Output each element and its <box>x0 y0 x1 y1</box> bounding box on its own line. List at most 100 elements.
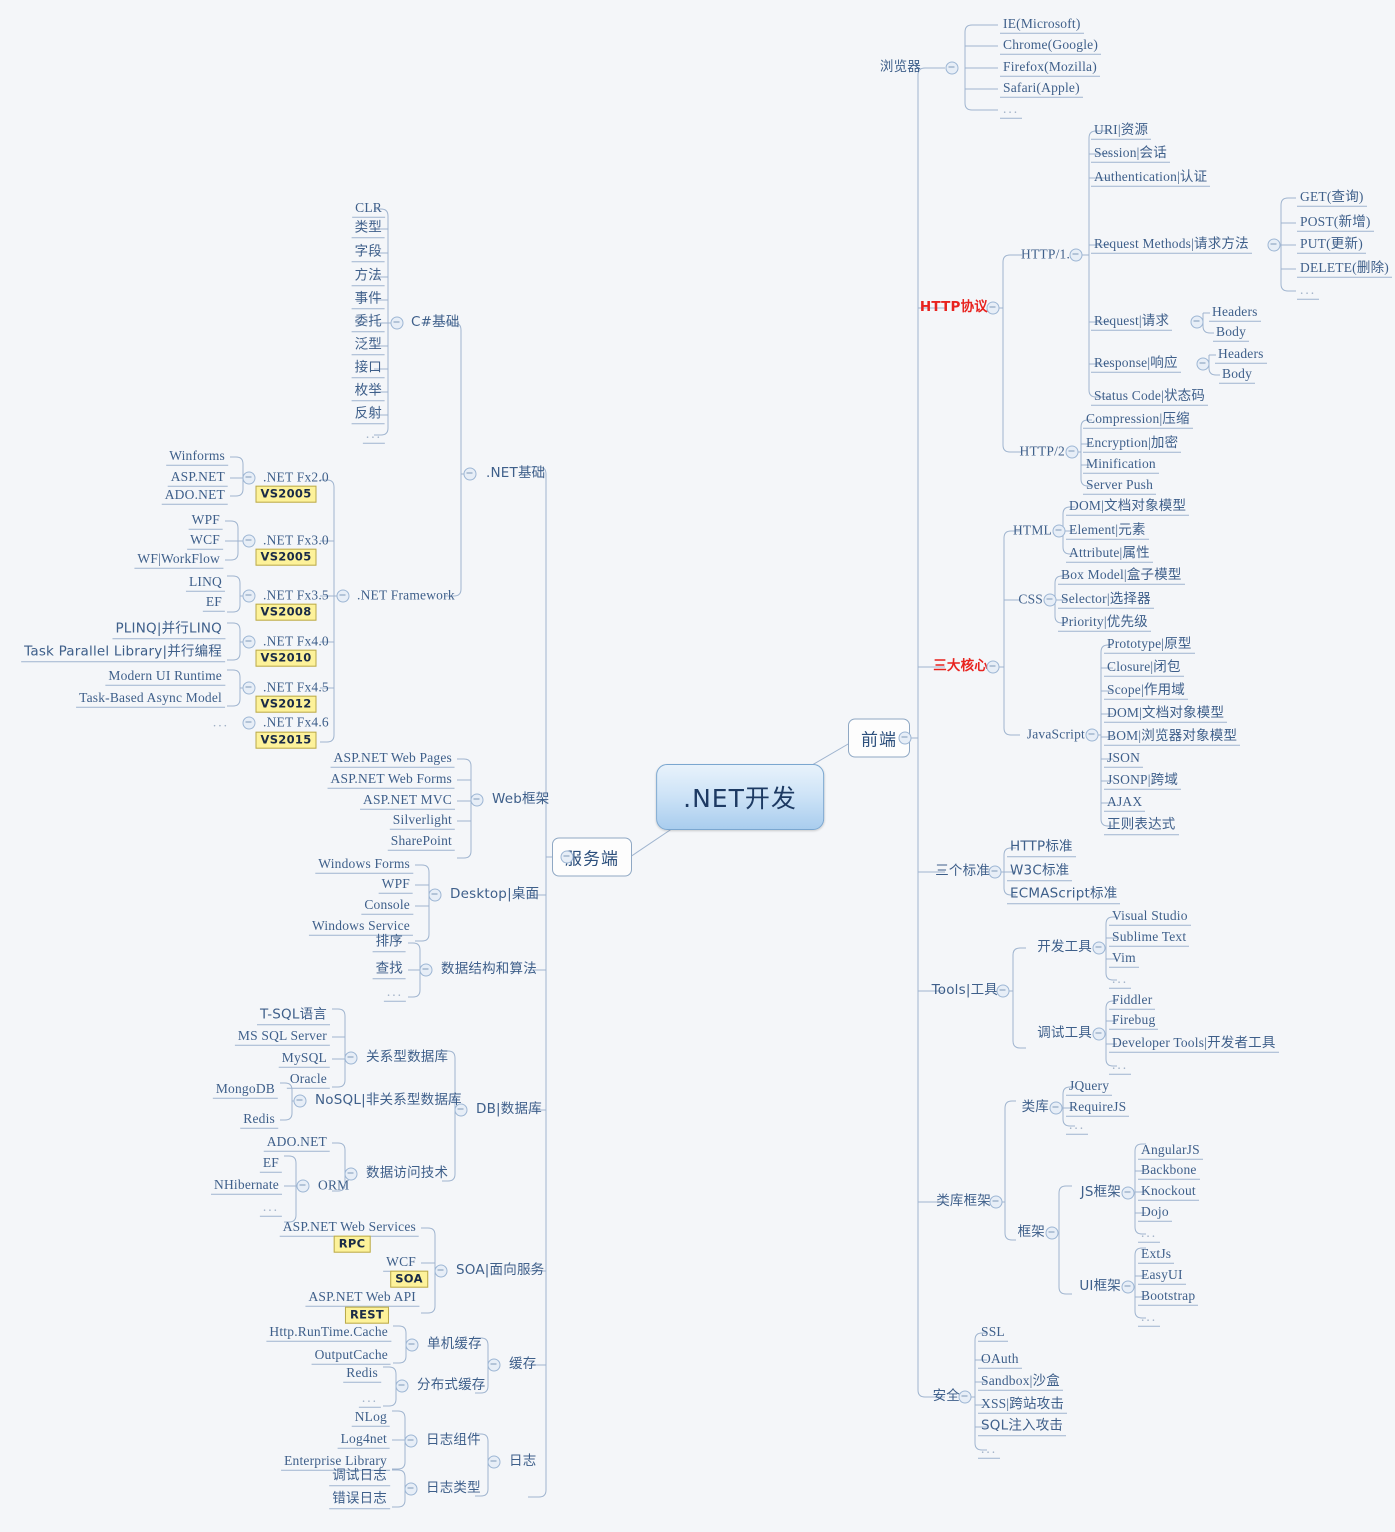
leaf-minification[interactable]: Minification <box>1083 457 1159 474</box>
leaf-library-more[interactable]: ... <box>1066 1118 1089 1135</box>
leaf-easyui[interactable]: EasyUI <box>1138 1268 1186 1285</box>
leaf-clr[interactable]: CLR <box>352 201 385 218</box>
leaf-debug-log[interactable]: 调试日志 <box>329 1468 390 1486</box>
leaf-xss[interactable]: XSS|跨站攻击 <box>978 1397 1068 1414</box>
leaf-security-more[interactable]: ... <box>978 1442 1001 1459</box>
leaf-adonet-fx20[interactable]: ADO.NET <box>161 488 228 505</box>
leaf-fiddler[interactable]: Fiddler <box>1109 993 1156 1010</box>
leaf-uri[interactable]: URI|资源 <box>1091 123 1152 140</box>
leaf-ui-framework-more[interactable]: ... <box>1138 1310 1161 1327</box>
node-fx45[interactable]: .NET Fx4.5 <box>260 680 332 696</box>
leaf-web-services[interactable]: ASP.NET Web Services <box>279 1220 419 1237</box>
leaf-status-code[interactable]: Status Code|状态码 <box>1091 389 1209 406</box>
node-fx46[interactable]: .NET Fx4.6 <box>260 715 332 731</box>
node-log-components[interactable]: 日志组件 <box>423 1433 484 1450</box>
node-soa[interactable]: SOA|面向服务 <box>453 1263 547 1280</box>
leaf-tpl[interactable]: Task Parallel Library|并行编程 <box>21 644 225 662</box>
leaf-linq[interactable]: LINQ <box>185 575 225 592</box>
leaf-css-selector[interactable]: Selector|选择器 <box>1058 592 1154 609</box>
leaf-ef-fx35[interactable]: EF <box>202 595 225 612</box>
leaf-log4net[interactable]: Log4net <box>337 1432 390 1449</box>
node-fx40[interactable]: .NET Fx4.0 <box>260 634 332 650</box>
leaf-browser-more[interactable]: ... <box>1000 102 1023 119</box>
collapse-toggle-dotnet-framework[interactable] <box>336 589 350 603</box>
leaf-aspnet[interactable]: ASP.NET <box>167 470 228 487</box>
node-debug-tools[interactable]: 调试工具 <box>1034 1026 1095 1043</box>
leaf-session[interactable]: Session|会话 <box>1091 146 1170 163</box>
leaf-csharp-more[interactable]: ... <box>362 427 385 444</box>
leaf-response-headers[interactable]: Headers <box>1215 347 1267 364</box>
node-cache[interactable]: 缓存 <box>506 1357 539 1374</box>
leaf-delegate[interactable]: 委托 <box>351 314 385 332</box>
leaf-wcf-soa[interactable]: WCF <box>383 1255 419 1272</box>
collapse-toggle-request[interactable] <box>1190 315 1204 329</box>
collapse-toggle-fx40[interactable] <box>242 635 256 649</box>
leaf-safari[interactable]: Safari(Apple) <box>1000 81 1083 98</box>
collapse-toggle-algorithms[interactable] <box>419 963 433 977</box>
leaf-firebug[interactable]: Firebug <box>1109 1013 1159 1030</box>
leaf-fx46-more[interactable]: ... <box>210 715 232 731</box>
node-js-framework[interactable]: JS框架 <box>1078 1185 1124 1202</box>
leaf-error-log[interactable]: 错误日志 <box>329 1491 390 1509</box>
leaf-html-dom[interactable]: DOM|文档对象模型 <box>1066 499 1190 516</box>
leaf-firefox[interactable]: Firefox(Mozilla) <box>1000 60 1100 77</box>
leaf-developer-tools[interactable]: Developer Tools|开发者工具 <box>1109 1036 1279 1053</box>
leaf-orm-more[interactable]: ... <box>259 1200 282 1217</box>
leaf-js-dom[interactable]: DOM|文档对象模型 <box>1104 706 1228 723</box>
collapse-toggle-local-cache[interactable] <box>405 1338 419 1352</box>
collapse-toggle-http[interactable] <box>986 301 1000 315</box>
node-dotnet-framework[interactable]: .NET Framework <box>354 588 458 604</box>
collapse-toggle-dev-tools[interactable] <box>1092 941 1106 955</box>
leaf-interface[interactable]: 接口 <box>351 360 385 378</box>
collapse-toggle-three-cores[interactable] <box>986 660 1000 674</box>
leaf-chrome[interactable]: Chrome(Google) <box>1000 38 1102 55</box>
node-fx30[interactable]: .NET Fx3.0 <box>260 533 332 549</box>
leaf-css-box-model[interactable]: Box Model|盒子模型 <box>1058 568 1185 585</box>
node-log[interactable]: 日志 <box>506 1454 539 1471</box>
collapse-toggle-standards[interactable] <box>988 865 1002 879</box>
node-local-cache[interactable]: 单机缓存 <box>424 1337 485 1354</box>
leaf-css-priority[interactable]: Priority|优先级 <box>1058 615 1151 632</box>
leaf-dev-tools-more[interactable]: ... <box>1109 972 1132 989</box>
leaf-oauth[interactable]: OAuth <box>978 1352 1022 1369</box>
leaf-request-headers[interactable]: Headers <box>1209 305 1261 322</box>
leaf-post[interactable]: POST(新增) <box>1297 215 1374 232</box>
leaf-delete[interactable]: DELETE(删除) <box>1297 261 1392 278</box>
collapse-toggle-cache[interactable] <box>487 1358 501 1372</box>
leaf-windows-forms[interactable]: Windows Forms <box>315 857 413 874</box>
leaf-winforms[interactable]: Winforms <box>166 449 228 466</box>
leaf-mongodb[interactable]: MongoDB <box>212 1082 278 1099</box>
collapse-toggle-csharp[interactable] <box>390 316 404 330</box>
collapse-toggle-tools[interactable] <box>996 984 1010 998</box>
leaf-js-framework-more[interactable]: ... <box>1138 1226 1161 1243</box>
node-relational-db[interactable]: 关系型数据库 <box>363 1050 451 1067</box>
node-dotnet-basics[interactable]: .NET基础 <box>483 466 548 483</box>
node-request[interactable]: Request|请求 <box>1091 314 1173 331</box>
collapse-toggle-javascript[interactable] <box>1085 728 1099 742</box>
leaf-js-jsonp[interactable]: JSONP|跨域 <box>1104 773 1182 790</box>
collapse-toggle-response[interactable] <box>1196 357 1210 371</box>
leaf-workflow[interactable]: WF|WorkFlow <box>134 552 223 569</box>
node-standards[interactable]: 三个标准 <box>932 864 993 881</box>
leaf-get[interactable]: GET(查询) <box>1297 190 1367 207</box>
leaf-outputcache[interactable]: OutputCache <box>311 1348 391 1365</box>
leaf-ef-orm[interactable]: EF <box>259 1156 282 1173</box>
leaf-ssl[interactable]: SSL <box>978 1325 1008 1342</box>
leaf-jquery[interactable]: JQuery <box>1066 1079 1113 1096</box>
leaf-extjs[interactable]: ExtJs <box>1138 1247 1175 1264</box>
node-http-protocol[interactable]: HTTP协议 <box>917 300 991 317</box>
leaf-debug-tools-more[interactable]: ... <box>1109 1058 1132 1075</box>
leaf-ecmascript-standard[interactable]: ECMAScript标准 <box>1007 886 1121 904</box>
leaf-sublime-text[interactable]: Sublime Text <box>1109 930 1190 947</box>
collapse-toggle-relational-db[interactable] <box>344 1051 358 1065</box>
collapse-toggle-fx20[interactable] <box>242 471 256 485</box>
leaf-web-api[interactable]: ASP.NET Web API <box>305 1290 419 1307</box>
node-request-methods[interactable]: Request Methods|请求方法 <box>1091 237 1252 254</box>
node-three-cores[interactable]: 三大核心 <box>930 659 991 676</box>
leaf-js-regex[interactable]: 正则表达式 <box>1104 817 1179 835</box>
collapse-toggle-fx35[interactable] <box>242 589 256 603</box>
leaf-task-async[interactable]: Task-Based Async Model <box>76 691 225 708</box>
leaf-console[interactable]: Console <box>361 898 413 915</box>
leaf-mvc[interactable]: ASP.NET MVC <box>360 793 455 810</box>
node-fx20[interactable]: .NET Fx2.0 <box>260 470 332 486</box>
